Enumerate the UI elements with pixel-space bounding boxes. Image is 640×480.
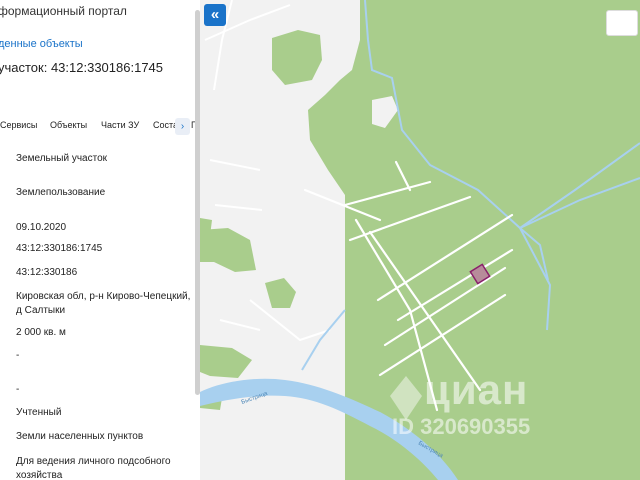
tab-scroll-right-icon[interactable]: › <box>175 118 190 135</box>
prop-cadastral-quarter: 43:12:330186 <box>16 267 78 278</box>
prop-area: 2 000 кв. м <box>16 327 66 338</box>
prop-value-2: - <box>16 384 20 395</box>
map-canvas[interactable]: Быстрица Быстрица <box>200 0 640 480</box>
portal-title: формационный портал <box>0 4 127 18</box>
tab-objects[interactable]: Объекты <box>50 120 87 130</box>
tab-bar: Сервисы Объекты Части ЗУ Соста › Г <box>0 118 198 136</box>
prop-registration-date: 09.10.2020 <box>16 222 67 233</box>
prop-address: Кировская обл, р-н Кирово-Чепецкий, д Са… <box>16 291 191 316</box>
prop-cadastral-number: 43:12:330186:1745 <box>16 243 103 254</box>
prop-object-kind: Землепользование <box>16 187 106 198</box>
prop-permitted-use: Для ведения личного подсобного хозяйства <box>16 456 171 480</box>
prop-value-1: - <box>16 350 20 361</box>
prop-status: Учтенный <box>16 407 62 418</box>
tab-parcel-parts[interactable]: Части ЗУ <box>101 120 139 130</box>
collapse-panel-icon[interactable]: « <box>204 4 226 26</box>
info-panel: формационный портал денные объекты участ… <box>0 0 200 480</box>
prop-object-type: Земельный участок <box>16 153 108 164</box>
tab-services[interactable]: Сервисы <box>0 120 37 130</box>
parcel-title: участок: 43:12:330186:1745 <box>0 60 164 75</box>
prop-land-category: Земли населенных пунктов <box>16 431 144 442</box>
forest-patch-left-edge <box>200 218 212 236</box>
map-control-button[interactable] <box>606 10 638 36</box>
map-view[interactable]: Быстрица Быстрица <box>200 0 640 480</box>
found-objects-link[interactable]: денные объекты <box>0 38 83 50</box>
